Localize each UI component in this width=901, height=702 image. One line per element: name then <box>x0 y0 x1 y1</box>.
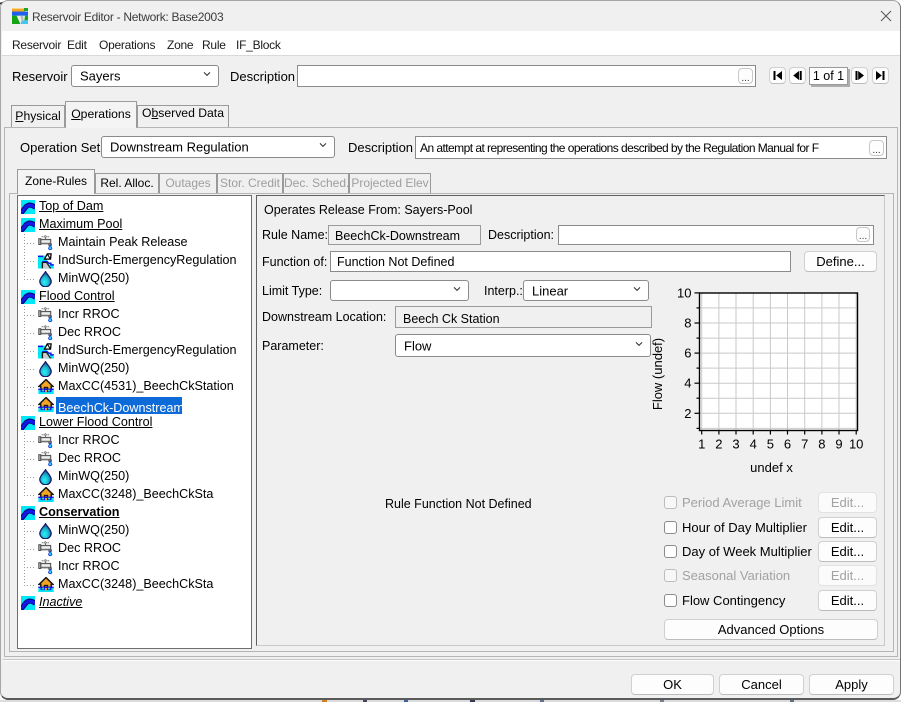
svg-text:9: 9 <box>835 437 842 452</box>
svg-text:10: 10 <box>677 285 691 300</box>
svg-text:8: 8 <box>684 316 691 331</box>
svg-text:4: 4 <box>684 376 691 391</box>
svg-text:2: 2 <box>684 406 691 421</box>
svg-text:6: 6 <box>684 346 691 361</box>
svg-text:7: 7 <box>801 437 808 452</box>
svg-text:3: 3 <box>732 437 739 452</box>
svg-text:10: 10 <box>849 437 863 452</box>
svg-text:5: 5 <box>767 437 774 452</box>
svg-text:2: 2 <box>715 437 722 452</box>
svg-text:4: 4 <box>750 437 757 452</box>
svg-text:Flow (undef): Flow (undef) <box>650 338 665 410</box>
svg-text:undef x: undef x <box>750 460 793 475</box>
svg-text:8: 8 <box>818 437 825 452</box>
svg-text:6: 6 <box>784 437 791 452</box>
svg-text:1: 1 <box>698 437 705 452</box>
